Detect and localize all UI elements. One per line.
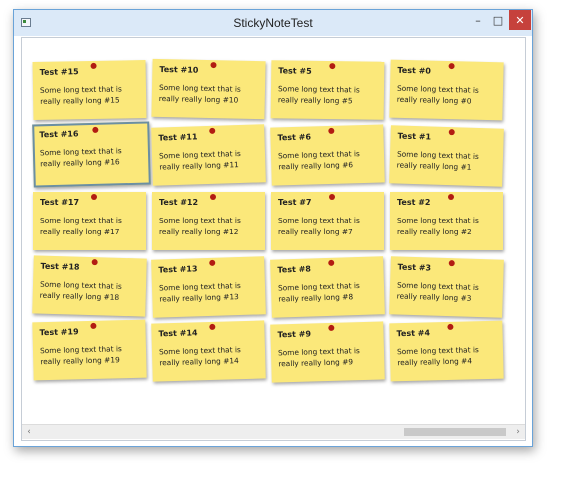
note-title: Test #19 bbox=[39, 327, 79, 338]
pin-icon bbox=[329, 63, 336, 70]
sticky-note[interactable]: Test #5 Some long text that is really re… bbox=[270, 60, 385, 120]
pin-icon bbox=[90, 62, 97, 69]
sticky-note-grid: Test #15 Some long text that is really r… bbox=[22, 38, 525, 422]
scroll-left-arrow-icon[interactable]: ‹ bbox=[23, 426, 35, 438]
note-title: Test #3 bbox=[397, 262, 432, 273]
sticky-note[interactable]: Test #14 Some long text that is really r… bbox=[151, 320, 266, 382]
pin-icon bbox=[92, 126, 99, 133]
note-body: Some long text that is really really lon… bbox=[158, 280, 241, 304]
sticky-note[interactable]: Test #1 Some long text that is really re… bbox=[389, 125, 504, 187]
title-bar[interactable]: StickyNoteTest – □ ✕ bbox=[14, 10, 532, 36]
pin-icon bbox=[210, 194, 216, 200]
window-content: Test #15 Some long text that is really r… bbox=[21, 37, 526, 441]
scroll-right-arrow-icon[interactable]: › bbox=[512, 426, 524, 438]
note-body: Some long text that is really really lon… bbox=[40, 216, 122, 236]
note-body: Some long text that is really really lon… bbox=[159, 216, 241, 236]
note-body: Some long text that is really really lon… bbox=[39, 84, 122, 106]
note-body: Some long text that is really really lon… bbox=[158, 148, 241, 172]
sticky-note[interactable]: Test #12 Some long text that is really r… bbox=[152, 192, 265, 250]
note-body: Some long text that is really really lon… bbox=[158, 345, 241, 368]
note-body: Some long text that is really really lon… bbox=[158, 82, 241, 105]
note-title: Test #12 bbox=[159, 198, 199, 207]
sticky-note[interactable]: Test #2 Some long text that is really re… bbox=[390, 192, 503, 250]
note-title: Test #5 bbox=[278, 66, 312, 76]
sticky-note[interactable]: Test #18 Some long text that is really r… bbox=[32, 255, 147, 317]
note-body: Some long text that is really really lon… bbox=[397, 216, 479, 236]
scrollbar-thumb[interactable] bbox=[404, 428, 506, 436]
window-title: StickyNoteTest bbox=[233, 16, 313, 30]
note-body: Some long text that is really really lon… bbox=[396, 83, 479, 106]
app-window: StickyNoteTest – □ ✕ Test #15 Some long … bbox=[13, 9, 533, 447]
note-title: Test #15 bbox=[39, 67, 79, 77]
note-body: Some long text that is really really lon… bbox=[277, 84, 360, 106]
note-title: Test #10 bbox=[159, 64, 199, 75]
sticky-note-selected[interactable]: Test #16 Some long text that is really r… bbox=[32, 121, 151, 188]
note-title: Test #8 bbox=[277, 264, 312, 275]
close-button[interactable]: ✕ bbox=[509, 10, 531, 30]
note-body: Some long text that is really really lon… bbox=[396, 345, 479, 368]
note-title: Test #13 bbox=[158, 264, 198, 275]
note-body: Some long text that is really really lon… bbox=[39, 279, 122, 302]
note-title: Test #9 bbox=[277, 329, 312, 340]
note-title: Test #17 bbox=[40, 198, 80, 207]
note-body: Some long text that is really really lon… bbox=[277, 346, 360, 369]
note-title: Test #4 bbox=[396, 328, 431, 339]
sticky-note[interactable]: Test #10 Some long text that is really r… bbox=[151, 58, 266, 120]
note-title: Test #7 bbox=[278, 198, 312, 207]
note-title: Test #0 bbox=[397, 65, 432, 76]
sticky-note[interactable]: Test #17 Some long text that is really r… bbox=[33, 192, 146, 250]
note-title: Test #14 bbox=[158, 328, 198, 339]
note-title: Test #18 bbox=[40, 261, 80, 272]
note-body: Some long text that is really really lon… bbox=[396, 149, 479, 172]
pin-icon bbox=[448, 194, 454, 200]
pin-icon bbox=[210, 62, 217, 69]
horizontal-scrollbar[interactable]: ‹ › bbox=[22, 424, 525, 439]
pin-icon bbox=[329, 194, 335, 200]
note-body: Some long text that is really really lon… bbox=[396, 280, 479, 303]
sticky-note[interactable]: Test #7 Some long text that is really re… bbox=[271, 192, 384, 250]
sticky-note[interactable]: Test #19 Some long text that is really r… bbox=[32, 319, 147, 381]
sticky-note[interactable]: Test #13 Some long text that is really r… bbox=[151, 256, 266, 318]
sticky-note[interactable]: Test #9 Some long text that is really re… bbox=[270, 321, 385, 383]
sticky-note[interactable]: Test #15 Some long text that is really r… bbox=[32, 60, 147, 120]
note-body: Some long text that is really really lon… bbox=[277, 149, 360, 172]
note-title: Test #11 bbox=[158, 132, 198, 143]
maximize-button[interactable]: □ bbox=[487, 10, 509, 30]
note-title: Test #1 bbox=[397, 131, 432, 142]
pin-icon bbox=[91, 194, 97, 200]
note-body: Some long text that is really really lon… bbox=[277, 280, 360, 304]
sticky-note[interactable]: Test #11 Some long text that is really r… bbox=[151, 124, 266, 186]
note-body: Some long text that is really really lon… bbox=[39, 146, 122, 169]
note-title: Test #2 bbox=[397, 198, 431, 207]
note-title: Test #16 bbox=[39, 129, 79, 140]
note-title: Test #6 bbox=[277, 132, 312, 143]
sticky-note[interactable]: Test #3 Some long text that is really re… bbox=[389, 256, 504, 318]
sticky-note[interactable]: Test #8 Some long text that is really re… bbox=[270, 256, 385, 318]
sticky-note[interactable]: Test #6 Some long text that is really re… bbox=[270, 124, 385, 186]
note-body: Some long text that is really really lon… bbox=[39, 344, 122, 367]
sticky-note[interactable]: Test #4 Some long text that is really re… bbox=[389, 320, 504, 382]
note-body: Some long text that is really really lon… bbox=[278, 216, 360, 236]
sticky-note[interactable]: Test #0 Some long text that is really re… bbox=[389, 59, 504, 121]
